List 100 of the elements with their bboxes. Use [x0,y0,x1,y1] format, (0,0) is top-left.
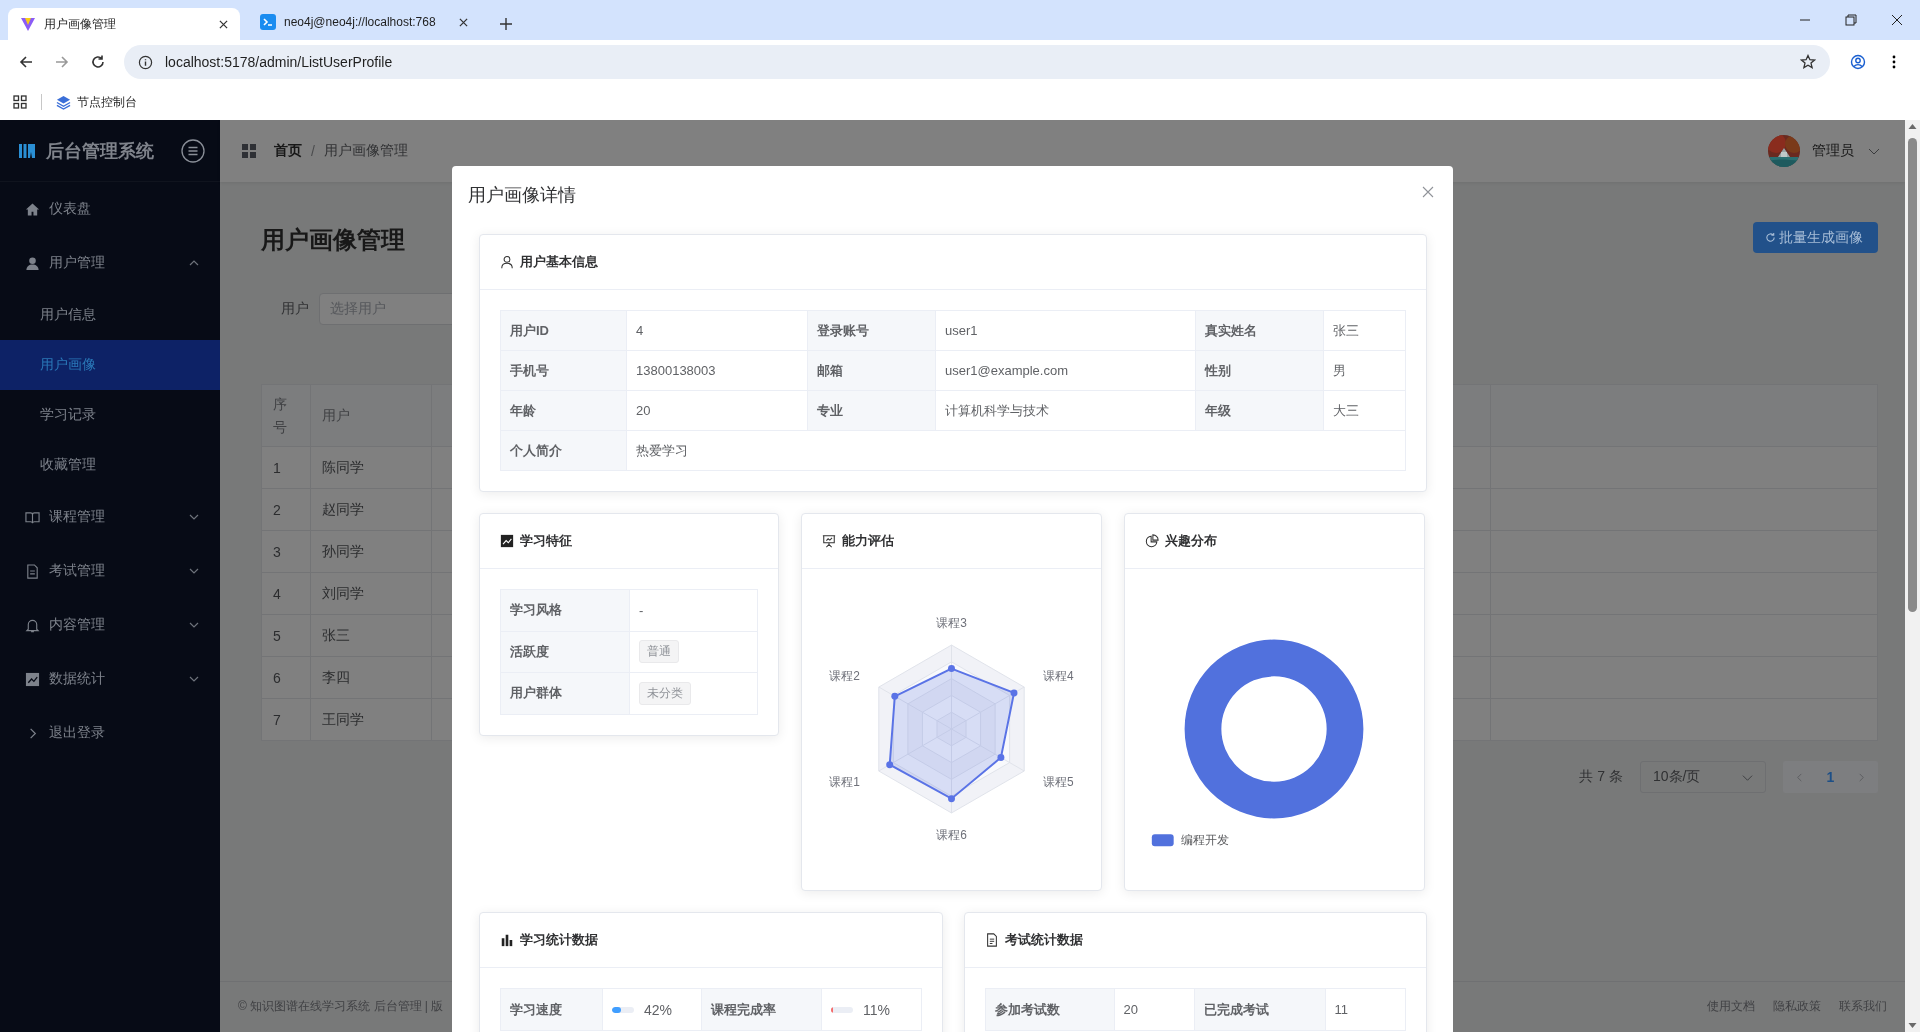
field-label: 活跃度 [501,631,630,673]
progress-bar [612,1006,634,1013]
table-cell: 王同学 [311,699,432,741]
axis-label: 课程4 [1043,669,1074,684]
menu-item[interactable]: 考试管理 [0,544,220,598]
axis-label: 课程1 [829,774,860,789]
data-point [948,795,955,803]
restore-icon[interactable] [1845,14,1857,26]
column-header: 序号 [262,385,311,447]
menu-item[interactable]: 数据统计 [0,652,220,706]
page-size-select[interactable]: 10条/页 [1640,761,1766,793]
submenu-item[interactable]: 学习记录 [0,390,220,440]
total-count: 共 7 条 [1579,768,1623,786]
books-icon [18,141,36,160]
trend-chart-icon [500,534,514,548]
field-label: 真实姓名 [1196,311,1324,351]
close-icon[interactable] [459,17,468,27]
field-label: 邮箱 [808,351,936,391]
field-label: 登录账号 [808,311,936,351]
data-point [1010,689,1018,697]
table-cell: 5 [262,615,311,657]
field-value: 张三 [1324,311,1406,351]
table-cell: 4 [262,573,311,615]
triangle-logo-icon [20,16,36,32]
grid-icon[interactable] [242,144,256,158]
field-label: 课程完成率 [702,989,822,1031]
table-cell: 7 [262,699,311,741]
field-value: 男 [1324,351,1406,391]
user-icon [500,255,514,269]
progress-reading: 11% [863,1001,890,1018]
user-icon [25,255,40,271]
field-label: 手机号 [501,351,627,391]
terminal-icon [260,14,276,30]
field-value: - [639,602,644,618]
axis-label: 课程5 [1043,774,1074,789]
scrollbar[interactable] [1905,120,1920,1032]
browser-tab[interactable]: neo4j@neo4j://localhost:768 [248,8,480,36]
bookmark[interactable]: 节点控制台 [56,93,137,111]
axis-label: 课程6 [936,827,967,842]
apps-icon[interactable] [13,95,27,109]
field-label: 参加考试数 [985,989,1115,1031]
tab-title: neo4j@neo4j://localhost:768 [284,15,437,29]
field-label: 学习风格 [501,590,630,632]
app-title: 后台管理系统 [46,139,155,163]
menu-item[interactable]: 退出登录 [0,706,220,760]
document-icon [25,563,40,579]
field-label: 年级 [1196,391,1324,431]
layers-icon [56,94,71,110]
submenu-item[interactable]: 用户画像 [0,340,220,390]
table-cell: 3 [262,531,311,573]
card-title: 兴趣分布 [1165,532,1217,550]
field-value: 热爱学习 [627,431,1406,471]
profile-icon[interactable] [1850,54,1866,70]
star-icon[interactable] [1800,54,1816,70]
card-title: 学习特征 [520,532,572,550]
home-icon [25,201,40,217]
menu-item[interactable]: 用户管理 [0,236,220,290]
close-icon[interactable] [1891,14,1903,26]
field-label: 用户ID [501,311,627,351]
progress-reading: 42% [644,1001,673,1018]
menu-item[interactable]: 仪表盘 [0,182,220,236]
table-cell: 2 [262,489,311,531]
chart-icon [25,671,40,687]
document-icon [984,933,999,947]
bar-chart-icon [500,933,514,947]
book-icon [25,509,40,525]
axis-label: 课程3 [936,616,967,631]
back-icon[interactable] [18,54,34,70]
table-cell: 刘同学 [311,573,432,615]
legend-label: 编程开发 [1180,833,1229,848]
submenu-item[interactable]: 用户信息 [0,290,220,340]
reload-icon[interactable] [90,54,106,70]
field-value: 大三 [1324,391,1406,431]
user-name[interactable]: 管理员 [1812,142,1854,160]
card-title: 能力评估 [842,532,894,550]
browser-tab[interactable]: 用户画像管理 [8,8,240,40]
submenu-item[interactable]: 收藏管理 [0,440,220,490]
breadcrumb-separator: / [311,143,315,159]
field-label: 用户群体 [501,673,630,715]
menu-item[interactable]: 课程管理 [0,490,220,544]
table-cell: 赵同学 [311,489,432,531]
forward-icon[interactable] [54,54,70,70]
presentation-icon [822,534,836,548]
batch-generate-button[interactable]: 批量生成画像 [1753,222,1878,253]
menu-icon[interactable] [181,138,205,163]
table-cell: 李四 [311,657,432,699]
table-cell: 张三 [311,615,432,657]
close-icon[interactable] [219,19,228,29]
menu-item[interactable]: 内容管理 [0,598,220,652]
card-title: 用户基本信息 [520,253,598,271]
add-icon[interactable] [500,18,512,30]
pie-chart-icon [1145,534,1159,548]
field-label: 个人简介 [501,431,627,471]
breadcrumb-link[interactable]: 首页 [274,142,302,160]
address-field[interactable]: localhost:5178/admin/ListUserProfile [124,45,1830,79]
info-icon [138,54,153,70]
field-value: 11 [1325,989,1406,1031]
card-title: 学习统计数据 [520,931,598,949]
field-value: 20 [1114,989,1195,1031]
column-header: 用户 [311,385,432,447]
